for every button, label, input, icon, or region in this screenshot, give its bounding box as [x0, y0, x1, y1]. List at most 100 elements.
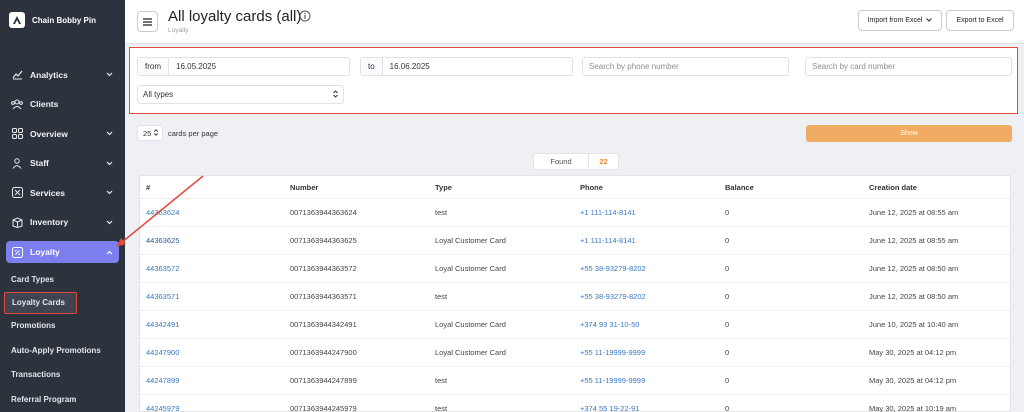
submenu-item-promotions[interactable]: Promotions	[0, 314, 125, 339]
submenu-item-loyalty-cards[interactable]: Loyalty Cards	[4, 291, 77, 314]
phone-link[interactable]: +55 38-93279-8202	[580, 292, 646, 301]
card-type: Loyal Customer Card	[435, 236, 506, 245]
card-id-link[interactable]: 44247899	[146, 376, 179, 385]
phone-link[interactable]: +55 11-19999-9999	[580, 376, 645, 385]
table-row[interactable]: 44342491 0071363944342491 Loyal Customer…	[140, 310, 1010, 338]
table-row[interactable]: 44247900 0071363944247900 Loyal Customer…	[140, 338, 1010, 366]
card-id-link[interactable]: 44363572	[146, 264, 179, 273]
phone-link[interactable]: +55 38-93279-8202	[580, 264, 646, 273]
breadcrumb[interactable]: Loyalty	[168, 27, 189, 34]
sidebar-item-services[interactable]: Services	[0, 178, 125, 208]
card-id-link[interactable]: 44342491	[146, 320, 179, 329]
card-number: 0071363944363625	[290, 236, 357, 245]
balance: 0	[725, 404, 730, 412]
grid-icon	[11, 128, 23, 140]
page-header: All loyalty cards (all) Loyalty Import f…	[125, 0, 1024, 44]
card-type: Loyal Customer Card	[435, 348, 506, 357]
clients-icon	[11, 98, 23, 110]
card-number: 0071363944342491	[290, 320, 357, 329]
page-title: All loyalty cards (all)	[168, 8, 302, 25]
submenu-item-transactions[interactable]: Transactions	[0, 363, 125, 388]
balance: 0	[725, 376, 730, 385]
card-type: Loyal Customer Card	[435, 320, 506, 329]
submenu-item-card-types[interactable]: Card Types	[0, 267, 125, 292]
balance: 0	[725, 348, 730, 357]
card-search-input[interactable]: Search by card number	[805, 57, 1012, 76]
card-id-link[interactable]: 44247900	[146, 348, 179, 357]
card-number: 0071363944363571	[290, 292, 357, 301]
submenu-item-referral-program[interactable]: Referral Program	[0, 387, 125, 412]
creation-date: May 30, 2025 at 04:12 pm	[869, 376, 957, 385]
person-icon	[11, 157, 23, 169]
card-number: 0071363944363572	[290, 264, 357, 273]
creation-date: May 30, 2025 at 10:19 am	[869, 404, 957, 412]
sidebar-item-inventory[interactable]: Inventory	[0, 208, 125, 238]
to-value: 16.06.2025	[389, 62, 430, 71]
table-row[interactable]: 44363624 0071363944363624 test +1 111-11…	[140, 198, 1010, 226]
balance: 0	[725, 292, 730, 301]
hamburger-menu-button[interactable]	[137, 11, 158, 32]
per-page-label: cards per page	[168, 128, 219, 138]
sidebar-item-overview[interactable]: Overview	[0, 119, 125, 149]
balance: 0	[725, 236, 730, 245]
chevron-down-icon	[105, 130, 113, 138]
phone-link[interactable]: +374 93 31-10-50	[580, 320, 639, 329]
chevron-down-icon	[105, 159, 113, 167]
sidebar-item-label: Analytics	[30, 69, 68, 80]
type-select[interactable]: All types	[137, 85, 344, 104]
col-header-creation-date: Creation date	[869, 182, 917, 192]
date-from-field[interactable]: from 16.05.2025	[137, 57, 350, 76]
brand-name: Chain Bobby Pin	[32, 15, 96, 25]
to-label: to	[361, 58, 383, 75]
phone-link[interactable]: +1 111-114-8141	[580, 236, 636, 245]
col-header-number: Number	[290, 182, 319, 192]
phone-link[interactable]: +374 55 19-22-91	[580, 404, 639, 412]
date-to-field[interactable]: to 16.06.2025	[360, 57, 573, 76]
card-id-link[interactable]: 44363624	[146, 208, 179, 217]
phone-link[interactable]: +1 111-114-8141	[580, 208, 636, 217]
phone-link[interactable]: +55 11-19999-9999	[580, 348, 645, 357]
filters-panel: from 16.05.2025 to 16.06.2025 Search by …	[129, 47, 1018, 114]
per-page-select[interactable]: 25	[137, 125, 163, 141]
main-content: All loyalty cards (all) Loyalty Import f…	[125, 0, 1024, 412]
loyalty-cards-table: # Number Type Phone Balance Creation dat…	[139, 175, 1011, 412]
card-id-link[interactable]: 44363571	[146, 292, 179, 301]
sidebar-item-analytics[interactable]: Analytics	[0, 60, 125, 90]
brand-logo-icon	[9, 12, 25, 28]
table-row[interactable]: 44363625 0071363944363625 Loyal Customer…	[140, 226, 1010, 254]
table-row[interactable]: 44245979 0071363944245979 test +374 55 1…	[140, 394, 1010, 412]
col-header-id: #	[146, 182, 151, 192]
chart-icon	[11, 69, 23, 81]
found-count: 22	[589, 153, 619, 170]
col-header-balance: Balance	[725, 182, 754, 192]
table-row[interactable]: 44247899 0071363944247899 test +55 11-19…	[140, 366, 1010, 394]
table-row[interactable]: 44363571 0071363944363571 test +55 38-93…	[140, 282, 1010, 310]
hamburger-icon	[143, 17, 152, 26]
per-page-value: 25	[143, 128, 152, 138]
sidebar: Chain Bobby Pin Analytics Clients Overvi…	[0, 0, 125, 412]
card-id-link[interactable]: 44245979	[146, 404, 179, 412]
phone-search-input[interactable]: Search by phone number	[582, 57, 789, 76]
chevron-up-icon	[105, 248, 113, 256]
import-from-excel-button[interactable]: Import from Excel	[858, 10, 942, 31]
card-id-link[interactable]: 44363625	[146, 236, 179, 245]
table-header-row: # Number Type Phone Balance Creation dat…	[140, 176, 1010, 198]
balance: 0	[725, 208, 730, 217]
info-icon[interactable]	[299, 10, 311, 24]
brand[interactable]: Chain Bobby Pin	[0, 0, 125, 40]
select-arrows-icon	[333, 89, 338, 100]
card-type: test	[435, 208, 448, 217]
sidebar-item-clients[interactable]: Clients	[0, 90, 125, 120]
card-placeholder: Search by card number	[812, 62, 896, 71]
card-type: test	[435, 292, 448, 301]
sidebar-item-staff[interactable]: Staff	[0, 149, 125, 179]
table-row[interactable]: 44363572 0071363944363572 Loyal Customer…	[140, 254, 1010, 282]
select-arrows-icon	[154, 128, 159, 138]
card-number: 0071363944247900	[290, 348, 357, 357]
show-button[interactable]: Show	[806, 125, 1012, 142]
submenu-item-auto-apply-promotions[interactable]: Auto-Apply Promotions	[0, 338, 125, 363]
export-to-excel-button[interactable]: Export to Excel	[946, 10, 1014, 31]
sidebar-item-loyalty[interactable]: Loyalty	[6, 241, 119, 263]
from-value: 16.05.2025	[176, 62, 217, 71]
sidebar-item-label: Services	[30, 187, 65, 198]
